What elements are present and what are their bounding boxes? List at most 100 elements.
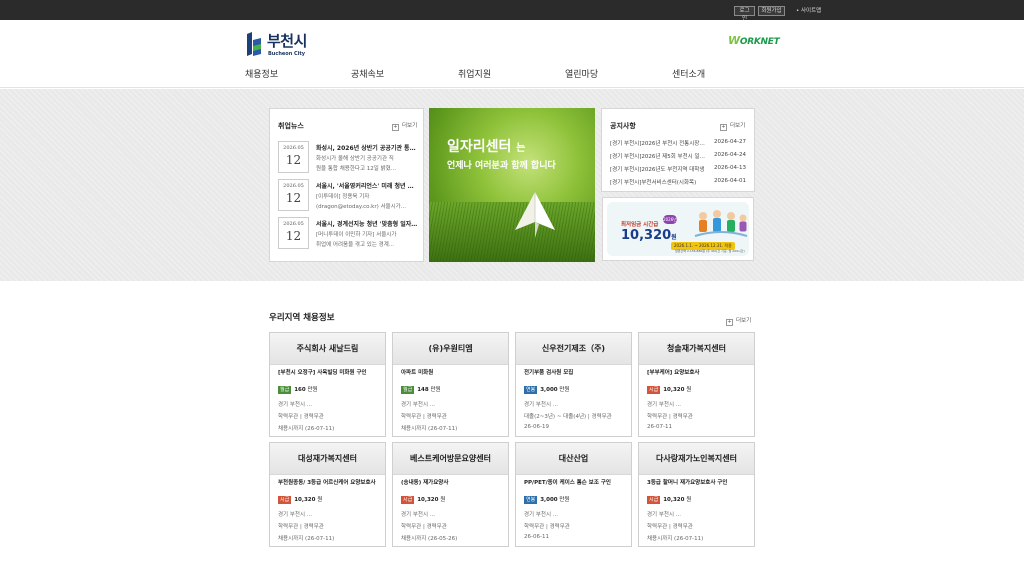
job-location: 경기 부천시 ... bbox=[401, 402, 436, 408]
job-location: 경기 부천시 ... bbox=[524, 402, 559, 408]
job-title[interactable]: [부천시 오정구] 사옥빌딩 미화원 구인 bbox=[278, 368, 380, 376]
hero-headline-main: 일자리센터 bbox=[447, 139, 512, 155]
job-card[interactable]: 신우전기제조（주) 전기부품 검사원 모집 연봉 3,000 만원 경기 부천시 ...… bbox=[515, 332, 632, 437]
job-location: 경기 부천시 ... bbox=[401, 512, 436, 518]
job-card[interactable]: 청솔재가복지센터 [부부케어] 요양보호사 시급 10,320 원 경기 부천시 ...… bbox=[638, 332, 755, 437]
job-card[interactable]: 주식회사 새날드림 [부천시 오정구] 사옥빌딩 미화원 구인 월급 160 만원 경기… bbox=[269, 332, 386, 437]
job-title[interactable]: (송내동) 재가요양사 bbox=[401, 478, 503, 486]
minimum-wage-banner-inner: 최저임금 시간급 2026년 10,320원 2026.1.1. ~ 2026.… bbox=[607, 202, 749, 256]
job-company[interactable]: 청솔재가복지센터 bbox=[639, 333, 754, 365]
bucheon-logo[interactable]: 부천시 Bucheon City bbox=[245, 32, 320, 60]
pay-amount: 160 bbox=[294, 387, 306, 393]
notice-item-title[interactable]: [경기 부천시]2026년 제5회 부천시 일자리 bbox=[610, 152, 706, 160]
job-conditions: 학력무관 | 경력무관 bbox=[401, 524, 447, 530]
date-box: 2026.05 12 bbox=[278, 141, 309, 173]
wage-label: 최저임금 시간급 bbox=[621, 222, 659, 228]
notice-item-title[interactable]: [경기 부천시]2026년 부천시 전통시장 청년몰 bbox=[610, 139, 706, 147]
news-item-title[interactable]: 서울시, 경계선지능 청년 '맞춤형 일자리' bbox=[316, 219, 418, 228]
job-company[interactable]: 신우전기제조（주) bbox=[516, 333, 631, 365]
top-utility-bar: 로그인 회원가입 • 사이트맵 bbox=[0, 0, 1024, 22]
job-card[interactable]: 다사랑재가노인복지센터 3등급 할머니 재가요양보호사 구인 시급 10,320 원경… bbox=[638, 442, 755, 547]
news-item[interactable]: 2026.05 12 화성시, 2026년 상반기 공공기관 통합채용 화성시가… bbox=[278, 141, 418, 175]
wage-amount-value: 10,320 bbox=[621, 228, 672, 243]
job-card[interactable]: (유)우원티엠 아파트 미화원 월급 148 만원 경기 부천시 ... 학력무관 | 경… bbox=[392, 332, 509, 437]
nav-job-support[interactable]: 취업지원 bbox=[458, 67, 491, 80]
minimum-wage-banner[interactable]: 최저임금 시간급 2026년 10,320원 2026.1.1. ~ 2026.… bbox=[602, 197, 754, 261]
date-box: 2026.05 12 bbox=[278, 217, 309, 249]
job-title[interactable]: 전기부품 검사원 모집 bbox=[524, 368, 626, 376]
nav-center-intro[interactable]: 센터소개 bbox=[672, 67, 705, 80]
job-title[interactable]: 3등급 할머니 재가요양보호사 구인 bbox=[647, 478, 749, 486]
people-illustration-icon bbox=[694, 210, 748, 237]
job-title[interactable]: 아파트 미화원 bbox=[401, 368, 503, 376]
wage-amount-unit: 원 bbox=[671, 234, 677, 241]
news-item-title[interactable]: 화성시, 2026년 상반기 공공기관 통합채용 bbox=[316, 143, 418, 152]
plus-icon: + bbox=[720, 124, 727, 131]
job-company[interactable]: (유)우원티엠 bbox=[393, 333, 508, 365]
news-body-line: 원을 통합 채용한다고 12일 밝혔... bbox=[316, 166, 396, 172]
pay-unit: 원 bbox=[440, 497, 446, 503]
job-company[interactable]: 베스트케어방문요양센터 bbox=[393, 443, 508, 475]
jobs-more-label: 더보기 bbox=[736, 318, 752, 324]
sitemap-link[interactable]: • 사이트맵 bbox=[796, 6, 821, 16]
nav-recruit-news[interactable]: 공채속보 bbox=[351, 67, 384, 80]
news-title: 취업뉴스 bbox=[278, 122, 304, 130]
jobs-section-title: 우리지역 채용정보 bbox=[269, 313, 335, 323]
date-day: 12 bbox=[285, 191, 302, 205]
nav-job-info[interactable]: 채용정보 bbox=[245, 67, 278, 80]
job-company[interactable]: 대산산업 bbox=[516, 443, 631, 475]
hero-banner-image[interactable]: 일자리센터 는 언제나 여러분과 함께 합니다 bbox=[429, 108, 595, 262]
pay-amount: 10,320 bbox=[663, 497, 685, 503]
job-deadline: 채용시까지 (26-07-11) bbox=[278, 536, 335, 542]
job-card[interactable]: 대성재가복지센터부천원종동/ 3등급 어르신케어 요양보호사시급 10,320 원… bbox=[269, 442, 386, 547]
job-title[interactable]: 부천원종동/ 3등급 어르신케어 요양보호사 bbox=[278, 478, 380, 486]
job-pay: 시급 10,320 원 bbox=[278, 495, 322, 504]
notice-item-date: 2026-04-13 bbox=[714, 165, 746, 171]
job-company[interactable]: 주식회사 새날드림 bbox=[270, 333, 385, 365]
job-deadline: 채용시까지 (26-07-11) bbox=[401, 426, 458, 432]
job-card[interactable]: 대산산업 PP/PET/종이 케이스 톰슨 보조 구인 연봉 3,000 만원 경기 부… bbox=[515, 442, 632, 547]
plus-icon: + bbox=[726, 319, 733, 326]
wage-year-badge: 2026년 bbox=[663, 215, 677, 224]
news-item[interactable]: 2026.05 12 서울시, 경계선지능 청년 '맞춤형 일자리' [머니투데… bbox=[278, 217, 418, 251]
news-body-line: 화성시가 올해 상반기 공공기관 직 bbox=[316, 156, 394, 162]
news-item-body: [이투데이] 정용욱 기자 (dragon@etoday.co.kr) 서울시가… bbox=[316, 192, 418, 212]
login-button[interactable]: 로그인 bbox=[734, 6, 755, 22]
nav-open-forum[interactable]: 열린마당 bbox=[565, 67, 598, 80]
job-conditions: 학력무관 | 경력무관 bbox=[524, 524, 570, 530]
pay-type-badge: 월급 bbox=[401, 386, 415, 394]
worknet-logo[interactable]: WORKNET bbox=[728, 34, 780, 47]
job-title[interactable]: [부부케어] 요양보호사 bbox=[647, 368, 749, 376]
job-card[interactable]: 베스트케어방문요양센터 (송내동) 재가요양사 시급 10,320 원 경기 부천시 .… bbox=[392, 442, 509, 547]
notice-item-title[interactable]: [경기 부천시]2026년도 부천지역 대학생 bbox=[610, 165, 706, 173]
job-conditions: 학력무관 | 경력무관 bbox=[278, 414, 324, 420]
notice-more-link[interactable]: + 더보기 bbox=[720, 121, 745, 131]
jobs-more-link[interactable]: + 더보기 bbox=[726, 316, 751, 326]
notice-item-title[interactable]: [경기 부천시]부천서비스센터(시화목) bbox=[610, 178, 706, 186]
news-item-title[interactable]: 서울시, '서울영커리언스' 미래 청년 인재 bbox=[316, 181, 418, 190]
pay-type-badge: 연봉 bbox=[524, 386, 538, 394]
job-deadline: 26-07-11 bbox=[647, 424, 672, 430]
notice-title: 공지사항 bbox=[610, 122, 636, 130]
job-company[interactable]: 다사랑재가노인복지센터 bbox=[639, 443, 754, 475]
pay-amount: 3,000 bbox=[540, 387, 558, 393]
hero-headline: 일자리센터 는 bbox=[447, 136, 525, 156]
grass-background bbox=[429, 202, 595, 262]
bucheon-logo-icon bbox=[247, 32, 261, 56]
job-location: 경기 부천시 ... bbox=[278, 402, 313, 408]
news-body-line: [머니투데이 이민하 기자] 서울시가 bbox=[316, 232, 397, 238]
job-location: 경기 부천시 ... bbox=[647, 402, 682, 408]
date-year-month: 2026.05 bbox=[283, 221, 304, 227]
news-item[interactable]: 2026.05 12 서울시, '서울영커리언스' 미래 청년 인재 [이투데이… bbox=[278, 179, 418, 213]
logo-text-en: Bucheon City bbox=[268, 51, 306, 57]
join-button[interactable]: 회원가입 bbox=[758, 6, 785, 16]
job-company[interactable]: 대성재가복지센터 bbox=[270, 443, 385, 475]
notice-item-date: 2026-04-27 bbox=[714, 139, 746, 145]
job-title[interactable]: PP/PET/종이 케이스 톰슨 보조 구인 bbox=[524, 478, 626, 486]
logo-text-ko: 부천시 bbox=[267, 32, 307, 50]
job-conditions: 대졸(2~3년) ~ 대졸(4년) | 경력무관 bbox=[524, 414, 612, 420]
notice-more-label: 더보기 bbox=[730, 123, 746, 129]
news-more-link[interactable]: + 더보기 bbox=[392, 121, 417, 131]
pay-amount: 10,320 bbox=[663, 387, 685, 393]
job-conditions: 학력무관 | 경력무관 bbox=[401, 414, 447, 420]
